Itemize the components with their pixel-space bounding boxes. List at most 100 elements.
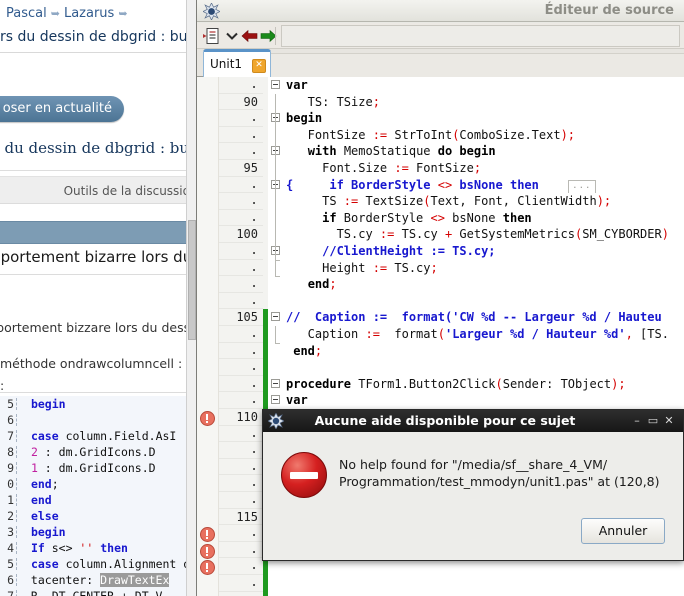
breadcrumb-item-pascal[interactable]: Pascal	[6, 6, 47, 21]
post-code-token: 2	[30, 445, 38, 459]
code-line[interactable]: var	[286, 77, 684, 94]
post-code-token	[24, 525, 31, 539]
code-token: Sender: TObject	[502, 376, 612, 391]
line-number-row: .	[219, 343, 263, 360]
code-line[interactable]: //ClientHeight := TS.cy;	[286, 243, 684, 260]
dialog-minimize-button[interactable]: –	[631, 415, 643, 427]
page-scrollbar[interactable]	[186, 0, 196, 596]
line-number: .	[250, 209, 258, 225]
dialog-message-line-2: Programmation/test_mmodyn/unit1.pas" at …	[339, 474, 660, 489]
code-line[interactable]: Height := TS.cy;	[286, 260, 684, 277]
code-token: SM_CYBORDER	[582, 227, 662, 242]
code-line[interactable]: var	[286, 392, 684, 409]
breadcrumb: Pascal ➥ Lazarus ➥	[0, 3, 196, 25]
dialog-titlebar[interactable]: Aucune aide disponible pour ce sujet – ▭…	[263, 410, 683, 432]
dialog-maximize-button[interactable]: ▭	[647, 415, 659, 427]
post-code-line-number: 7	[7, 429, 14, 443]
line-number-row: 100	[219, 226, 263, 243]
code-token: format	[379, 326, 438, 341]
post-code-divider	[16, 494, 18, 506]
collapsed-code-ellipsis[interactable]: ...	[567, 179, 596, 194]
scrollbar-thumb[interactable]	[188, 220, 196, 340]
discussion-tools-link[interactable]: Outils de la discussio	[0, 176, 196, 204]
line-number: 115	[236, 509, 258, 524]
code-token: (	[423, 194, 431, 209]
cancel-button[interactable]: Annuler	[581, 518, 665, 544]
code-token: FontSize	[408, 160, 474, 175]
code-line[interactable]: FontSize := StrToInt(ComboSize.Text);	[286, 127, 684, 144]
code-line[interactable]: TS := TextSize(Text, Font, ClientWidth);	[286, 193, 684, 210]
code-line[interactable]: { if BorderStyle <> bsNone then ...	[286, 177, 684, 194]
code-line[interactable]: TS: TSize;	[286, 94, 684, 111]
code-token: )	[661, 227, 669, 242]
chevron-down-icon[interactable]	[223, 27, 241, 45]
code-line[interactable]: end;	[286, 276, 684, 293]
breakpoint-gutter[interactable]	[197, 77, 219, 596]
post-code-divider	[16, 510, 18, 522]
code-fold-toggle-icon[interactable]	[271, 378, 280, 388]
code-line[interactable]: // Caption := format('CW %d -- Largeur %…	[286, 309, 684, 326]
editor-toolbar	[197, 23, 684, 49]
tab-close-icon[interactable]: ✕	[252, 59, 266, 73]
line-number-row: .	[219, 475, 263, 492]
tab-unit1-label: Unit1	[210, 57, 243, 71]
line-number-row: .	[219, 110, 263, 127]
code-token: TS: TSize	[286, 94, 373, 109]
breadcrumb-separator-icon: ➥	[50, 7, 60, 20]
code-line[interactable]	[286, 575, 684, 592]
post-code-token: : dm.GridIcons.D	[37, 445, 156, 459]
line-number: .	[250, 375, 258, 391]
code-fold-line-end	[275, 259, 280, 261]
code-line[interactable]: begin	[286, 110, 684, 127]
post-code-line-number: 6	[7, 413, 14, 427]
line-number-row: .	[219, 542, 263, 559]
code-line[interactable]	[286, 591, 684, 596]
breakpoint-marker-icon[interactable]	[200, 543, 215, 559]
post-code-divider	[16, 478, 18, 490]
code-line[interactable]: procedure TForm1.Button2Click(Sender: TO…	[286, 376, 684, 393]
line-number-row: .	[219, 127, 263, 144]
code-token: procedure	[286, 376, 352, 391]
code-line[interactable]	[286, 293, 684, 310]
code-token: then	[502, 210, 532, 225]
code-token: begin	[286, 111, 323, 126]
code-token: TS.cy	[394, 227, 445, 242]
editor-titlebar[interactable]: Éditeur de source	[197, 0, 684, 22]
code-token: Text, Font, ClientWidth	[430, 194, 597, 209]
tab-unit1[interactable]: Unit1 ✕	[203, 49, 271, 77]
code-line[interactable]: Caption := format('Largeur %d / Hauteur …	[286, 326, 684, 343]
code-fold-toggle-icon[interactable]	[271, 395, 280, 405]
code-line[interactable]: if BorderStyle <> bsNone then	[286, 210, 684, 227]
code-line[interactable]: TS.cy := TS.cy + GetSystemMetrics(SM_CYB…	[286, 226, 684, 243]
code-line[interactable]: Font.Size := FontSize;	[286, 160, 684, 177]
code-token: TS.cy	[286, 227, 380, 242]
post-code-line-number: 7	[7, 589, 14, 596]
post-code-line: 4 If s<> '' then	[0, 540, 196, 556]
line-number: 110	[236, 410, 258, 424]
code-fold-toggle-icon[interactable]	[271, 80, 280, 89]
post-code-token	[24, 477, 31, 491]
thread-title: s du dessin de dbgrid : bug d	[0, 139, 196, 157]
code-line[interactable]: end;	[286, 343, 684, 360]
post-code-line: 2 else	[0, 508, 196, 524]
code-fold-toggle-icon[interactable]	[271, 312, 280, 322]
editor-title-text: Éditeur de source	[544, 3, 674, 18]
code-token: BorderStyle	[336, 210, 431, 225]
propose-news-button[interactable]: oser en actualité	[0, 96, 124, 122]
post-code-token: case	[30, 557, 59, 571]
breadcrumb-item-lazarus[interactable]: Lazarus	[64, 6, 114, 21]
unit-list-icon[interactable]	[203, 27, 221, 45]
thread-header-text: rs du dessin de dbgrid : bug o	[0, 29, 196, 45]
post-code-block: 5 begin 6 7 case column.Field.AsI 8 2 : dm.…	[0, 396, 196, 596]
post-code-token: R, DT_CENTER + DT_V	[24, 589, 163, 596]
line-number: .	[250, 475, 258, 491]
post-code-line: 7 R, DT_CENTER + DT_V	[0, 588, 196, 596]
breakpoint-marker-icon[interactable]	[200, 560, 215, 576]
dialog-close-button[interactable]: ✕	[663, 415, 675, 427]
breakpoint-marker-icon[interactable]	[200, 411, 215, 426]
back-arrow-icon[interactable]	[241, 27, 259, 45]
breakpoint-marker-icon[interactable]	[200, 527, 215, 543]
divider	[0, 392, 196, 393]
code-line[interactable]	[286, 359, 684, 376]
code-line[interactable]: with MemoStatique do begin	[286, 143, 684, 160]
